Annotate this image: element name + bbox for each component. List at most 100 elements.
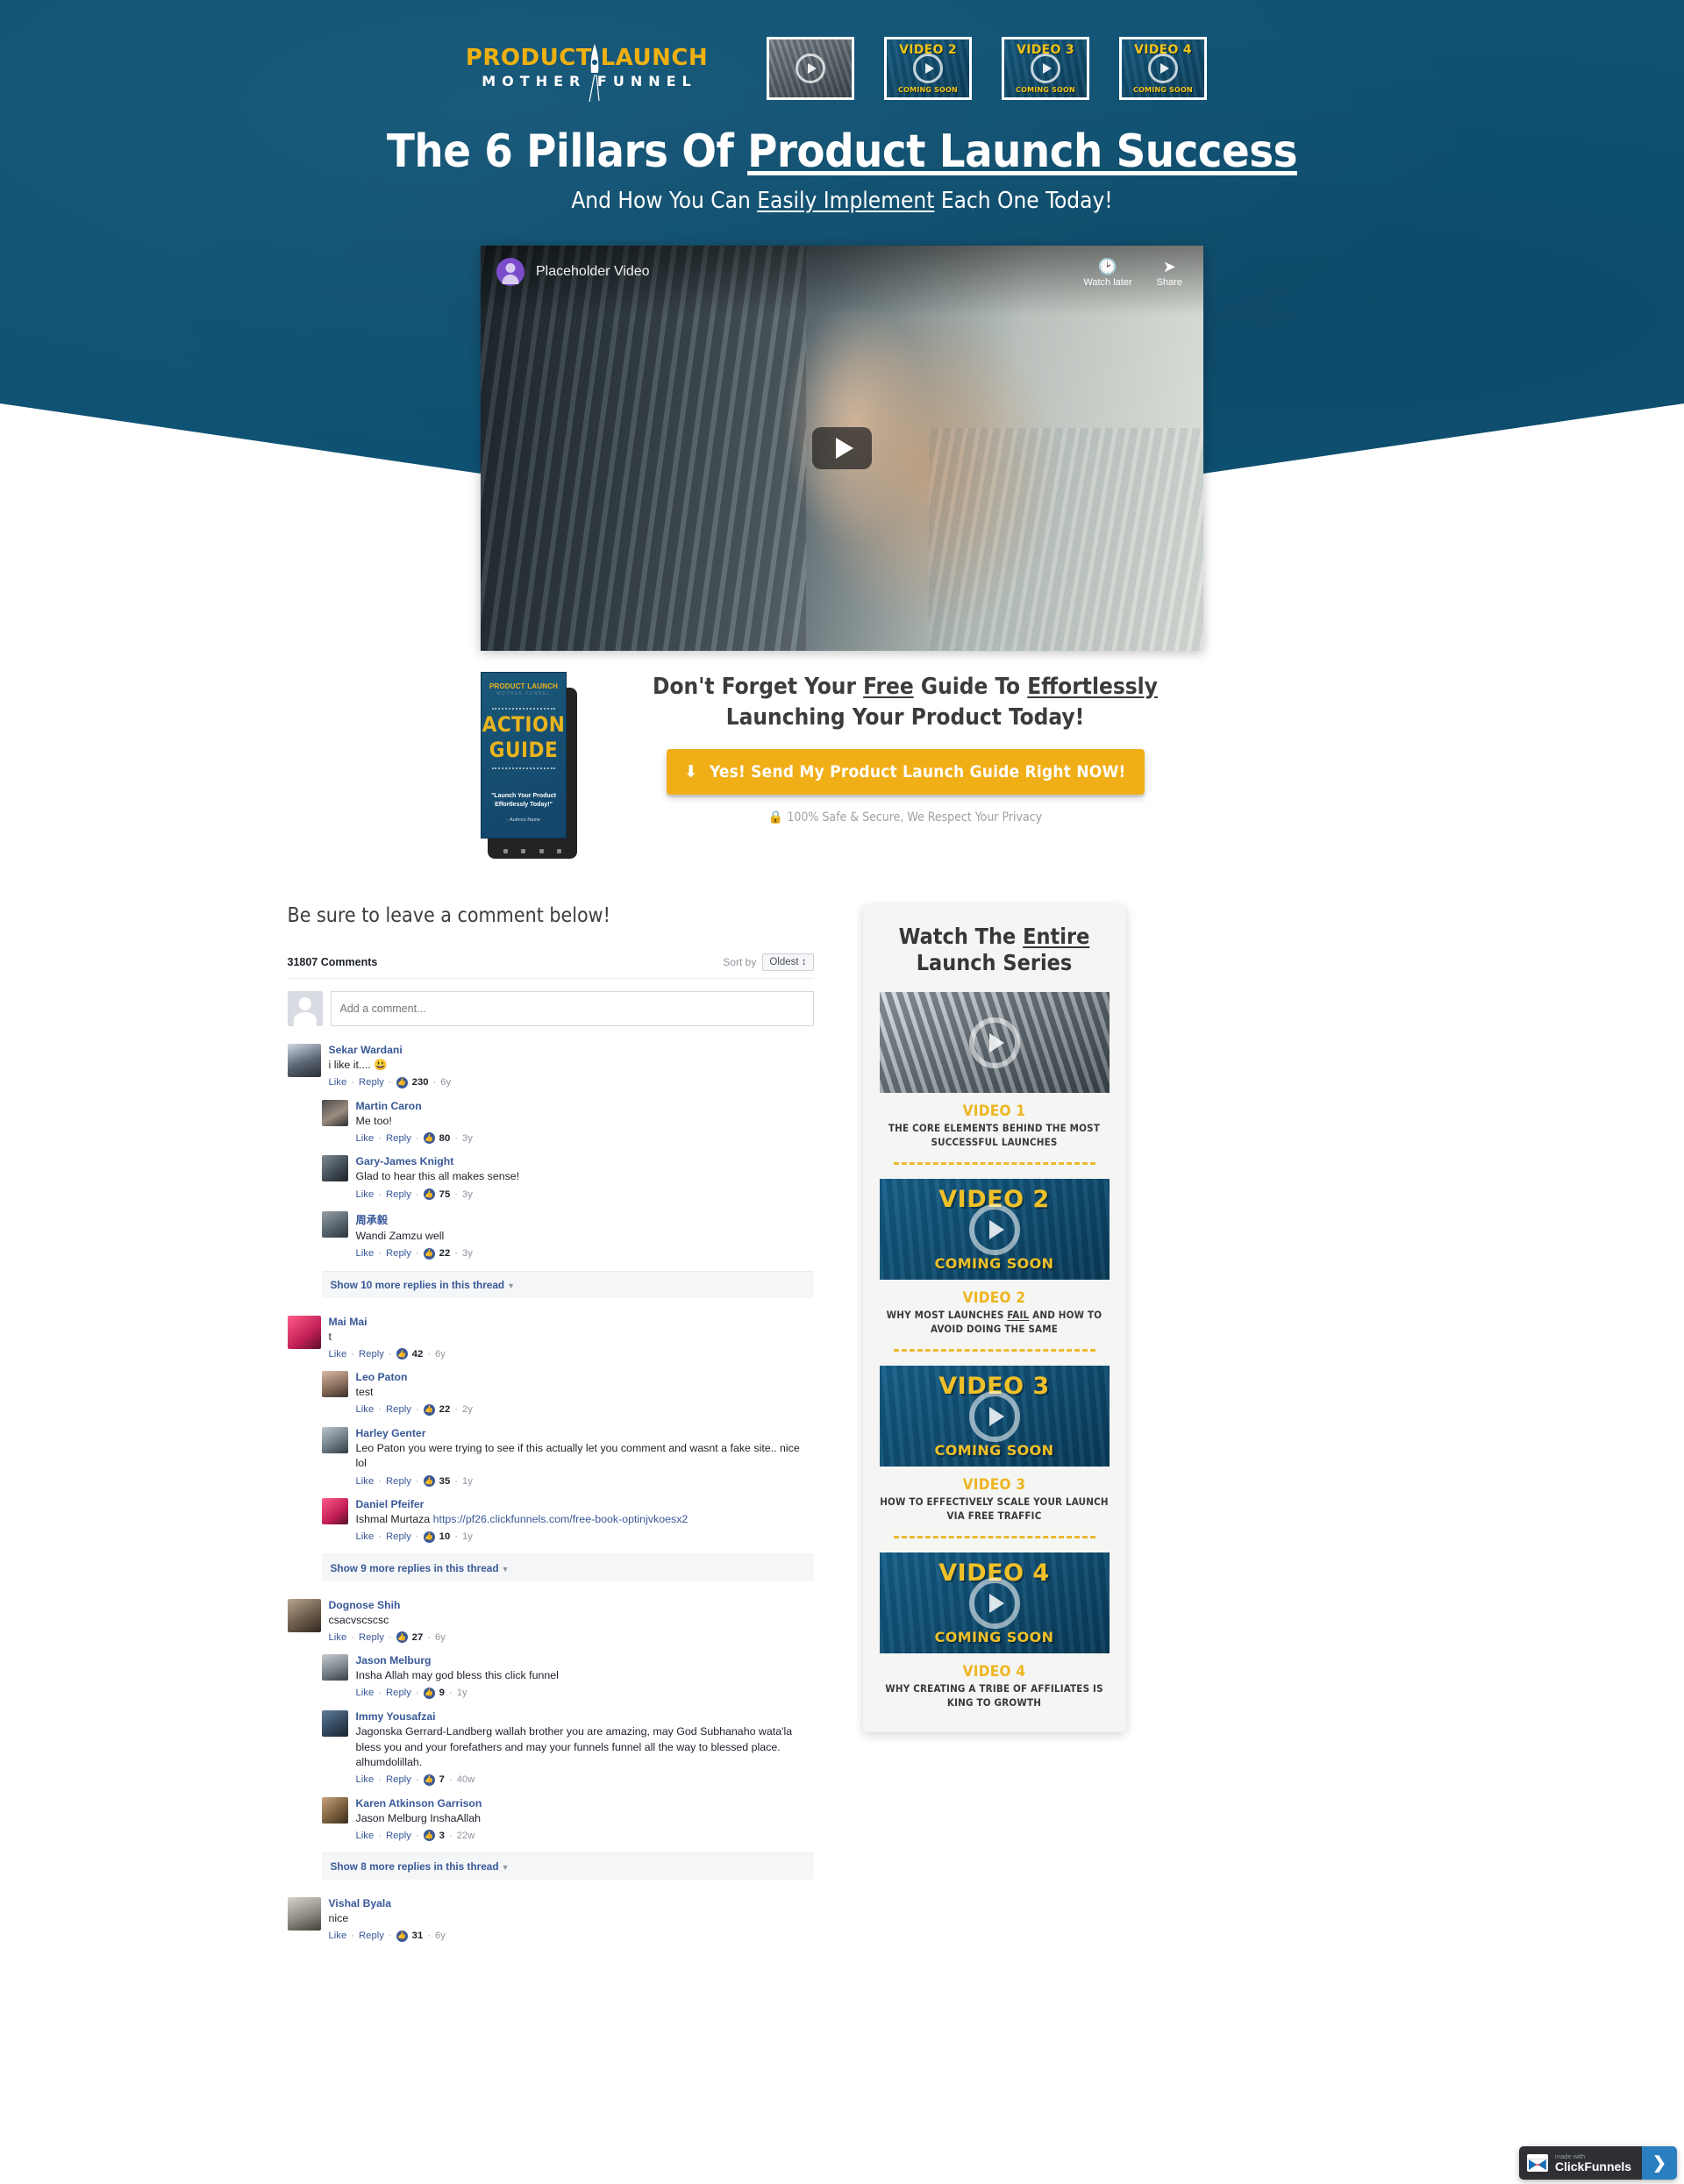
like-icon: 👍 — [423, 1188, 435, 1201]
like-action[interactable]: Like — [329, 1077, 347, 1088]
sidebar-video-number: VIDEO 1 — [962, 1103, 1026, 1121]
like-icon: 👍 — [423, 1475, 435, 1488]
avatar — [287, 1315, 321, 1349]
comment-item: Sekar Wardani i like it.... 😃 Like · Reply · 👍… — [287, 1044, 814, 1088]
comments-column: Be sure to leave a comment below! 31807 … — [287, 904, 814, 1966]
comment-author[interactable]: Sekar Wardani — [329, 1044, 403, 1056]
comment-author[interactable]: Vishal Byala — [329, 1897, 392, 1909]
reply-action[interactable]: Reply — [359, 1349, 384, 1360]
comment-reply: Immy Yousafzai Jagonska Gerrard-Landberg … — [321, 1709, 814, 1786]
avatar — [287, 1044, 321, 1078]
like-action[interactable]: Like — [356, 1476, 375, 1487]
like-action[interactable]: Like — [329, 1931, 347, 1941]
like-icon: 👍 — [423, 1830, 435, 1842]
reply-action[interactable]: Reply — [386, 1774, 411, 1785]
comment-item: Mai Mai t Like · Reply · 👍 42 · 6y — [287, 1315, 814, 1360]
reply-list: Leo Paton test Like · Reply · 👍 22 · 2y Harley Gen… — [321, 1371, 814, 1543]
sidebar-video-thumb-3[interactable]: VIDEO 3 COMING SOON — [879, 1366, 1110, 1467]
sidebar-video-thumb-4[interactable]: VIDEO 4 COMING SOON — [879, 1552, 1110, 1654]
comment-age: 6y — [435, 1631, 446, 1643]
like-action[interactable]: Like — [356, 1248, 375, 1259]
like-action[interactable]: Like — [356, 1688, 375, 1698]
like-action[interactable]: Like — [356, 1831, 375, 1841]
comment-author[interactable]: Immy Yousafzai — [356, 1710, 436, 1723]
sort-select[interactable]: Oldest ↕ — [762, 953, 814, 972]
chevron-down-icon: ▼ — [501, 1564, 510, 1574]
reply-action[interactable]: Reply — [359, 1931, 384, 1941]
like-action[interactable]: Like — [356, 1133, 375, 1144]
like-icon: 👍 — [423, 1687, 435, 1699]
reply-action[interactable]: Reply — [386, 1531, 411, 1542]
comment-author[interactable]: Leo Paton — [356, 1371, 408, 1383]
comment-author[interactable]: Harley Genter — [356, 1427, 426, 1439]
avatar — [321, 1796, 348, 1824]
like-count: 75 — [439, 1188, 451, 1200]
reply-action[interactable]: Reply — [386, 1133, 411, 1144]
watch-later-button[interactable]: 🕑 Watch later — [1083, 258, 1131, 290]
comment-age: 2y — [462, 1404, 473, 1416]
clickfunnels-badge[interactable]: made with ClickFunnels ❯ — [1518, 2146, 1677, 2180]
privacy-note-label: 100% Safe & Secure, We Respect Your Priv… — [787, 810, 1043, 825]
play-icon[interactable] — [812, 427, 872, 470]
comment-text: nice — [328, 1912, 349, 1925]
reply-action[interactable]: Reply — [359, 1632, 384, 1643]
comment-age: 1y — [456, 1688, 467, 1699]
like-action[interactable]: Like — [356, 1404, 375, 1415]
comment-item: Vishal Byala nice Like · Reply · 👍 31 · 6y — [287, 1897, 814, 1942]
share-button[interactable]: ➤ Share — [1157, 258, 1182, 290]
sidebar-video-list: VIDEO 1 THE CORE ELEMENTS BEHIND THE MOST… — [879, 992, 1110, 1709]
like-icon: 👍 — [423, 1403, 435, 1416]
reply-action[interactable]: Reply — [386, 1404, 411, 1415]
download-icon: ⬇ — [684, 762, 697, 782]
comment-author[interactable]: 周承毅 — [356, 1211, 389, 1227]
like-action[interactable]: Like — [329, 1349, 347, 1360]
sidebar-video-thumb-1[interactable] — [879, 992, 1110, 1094]
reply-action[interactable]: Reply — [386, 1248, 411, 1259]
reply-action[interactable]: Reply — [386, 1476, 411, 1487]
badge-arrow-icon[interactable]: ❯ — [1642, 2146, 1677, 2180]
header-thumb-video-1[interactable] — [767, 36, 854, 100]
reply-action[interactable]: Reply — [386, 1688, 411, 1698]
like-count: 31 — [411, 1931, 424, 1942]
comment-link[interactable]: https://pf26.clickfunnels.com/free-book-… — [433, 1513, 689, 1525]
comment-author[interactable]: Mai Mai — [329, 1316, 367, 1328]
add-comment-input[interactable] — [330, 991, 814, 1027]
comment-author[interactable]: Martin Caron — [356, 1100, 422, 1112]
like-action[interactable]: Like — [329, 1632, 347, 1643]
page-subtitle: And How You Can Easily Implement Each On… — [571, 188, 1113, 215]
reply-action[interactable]: Reply — [386, 1189, 411, 1200]
comment-meta: Like · Reply · 👍 27 · 6y — [328, 1631, 446, 1644]
like-action[interactable]: Like — [356, 1774, 375, 1785]
like-action[interactable]: Like — [356, 1531, 375, 1542]
channel-avatar — [496, 258, 524, 287]
comment-author[interactable]: Karen Atkinson Garrison — [356, 1797, 482, 1809]
like-action[interactable]: Like — [356, 1189, 375, 1200]
sidebar-video-thumb-2[interactable]: VIDEO 2 COMING SOON — [879, 1179, 1110, 1281]
show-more-replies-button[interactable]: Show 9 more replies in this thread ▼ — [321, 1553, 814, 1581]
avatar — [287, 1598, 321, 1632]
comment-author[interactable]: Gary-James Knight — [356, 1155, 454, 1167]
comment-meta: Like · Reply · 👍 7 · 40w — [355, 1774, 475, 1786]
header-thumb-video-4[interactable]: VIDEO 4 COMING SOON — [1119, 36, 1207, 100]
comment-reply: Harley Genter Leo Paton you were trying t… — [321, 1426, 814, 1488]
show-more-replies-button[interactable]: Show 8 more replies in this thread ▼ — [321, 1852, 814, 1881]
reply-action[interactable]: Reply — [386, 1831, 411, 1841]
comment-author[interactable]: Jason Melburg — [356, 1654, 432, 1667]
show-more-replies-button[interactable]: Show 10 more replies in this thread ▼ — [321, 1270, 814, 1298]
logo-line-top: PRODUCT LAUNCH — [465, 44, 709, 71]
header-thumb-video-2[interactable]: VIDEO 2 COMING SOON — [884, 36, 972, 100]
reply-action[interactable]: Reply — [359, 1077, 384, 1088]
comment-meta: Like · Reply · 👍 22 · 3y — [355, 1247, 473, 1260]
comment-author[interactable]: Daniel Pfeifer — [356, 1498, 425, 1510]
comment-author[interactable]: Dognose Shih — [329, 1599, 401, 1611]
comment-reply: 周承毅 Wandi Zamzu well Like · Reply · 👍 22 · 3y — [321, 1211, 814, 1260]
comment-text: Wandi Zamzu well — [355, 1230, 445, 1243]
lock-icon: 🔒 — [767, 810, 784, 825]
site-logo[interactable]: PRODUCT LAUNCH MOTHER FUNNEL — [465, 43, 709, 102]
video-player[interactable]: Placeholder Video 🕑 Watch later ➤ Share — [481, 246, 1203, 652]
cta-heading: Don't Forget Your Free Guide To Effortle… — [653, 674, 1158, 732]
header-thumb-video-3[interactable]: VIDEO 3 COMING SOON — [1002, 36, 1089, 100]
share-label: Share — [1156, 277, 1182, 289]
comment-meta: Like · Reply · 👍 35 · 1y — [355, 1475, 473, 1488]
send-guide-button[interactable]: ⬇ Yes! Send My Product Launch Guide Righ… — [666, 749, 1145, 796]
